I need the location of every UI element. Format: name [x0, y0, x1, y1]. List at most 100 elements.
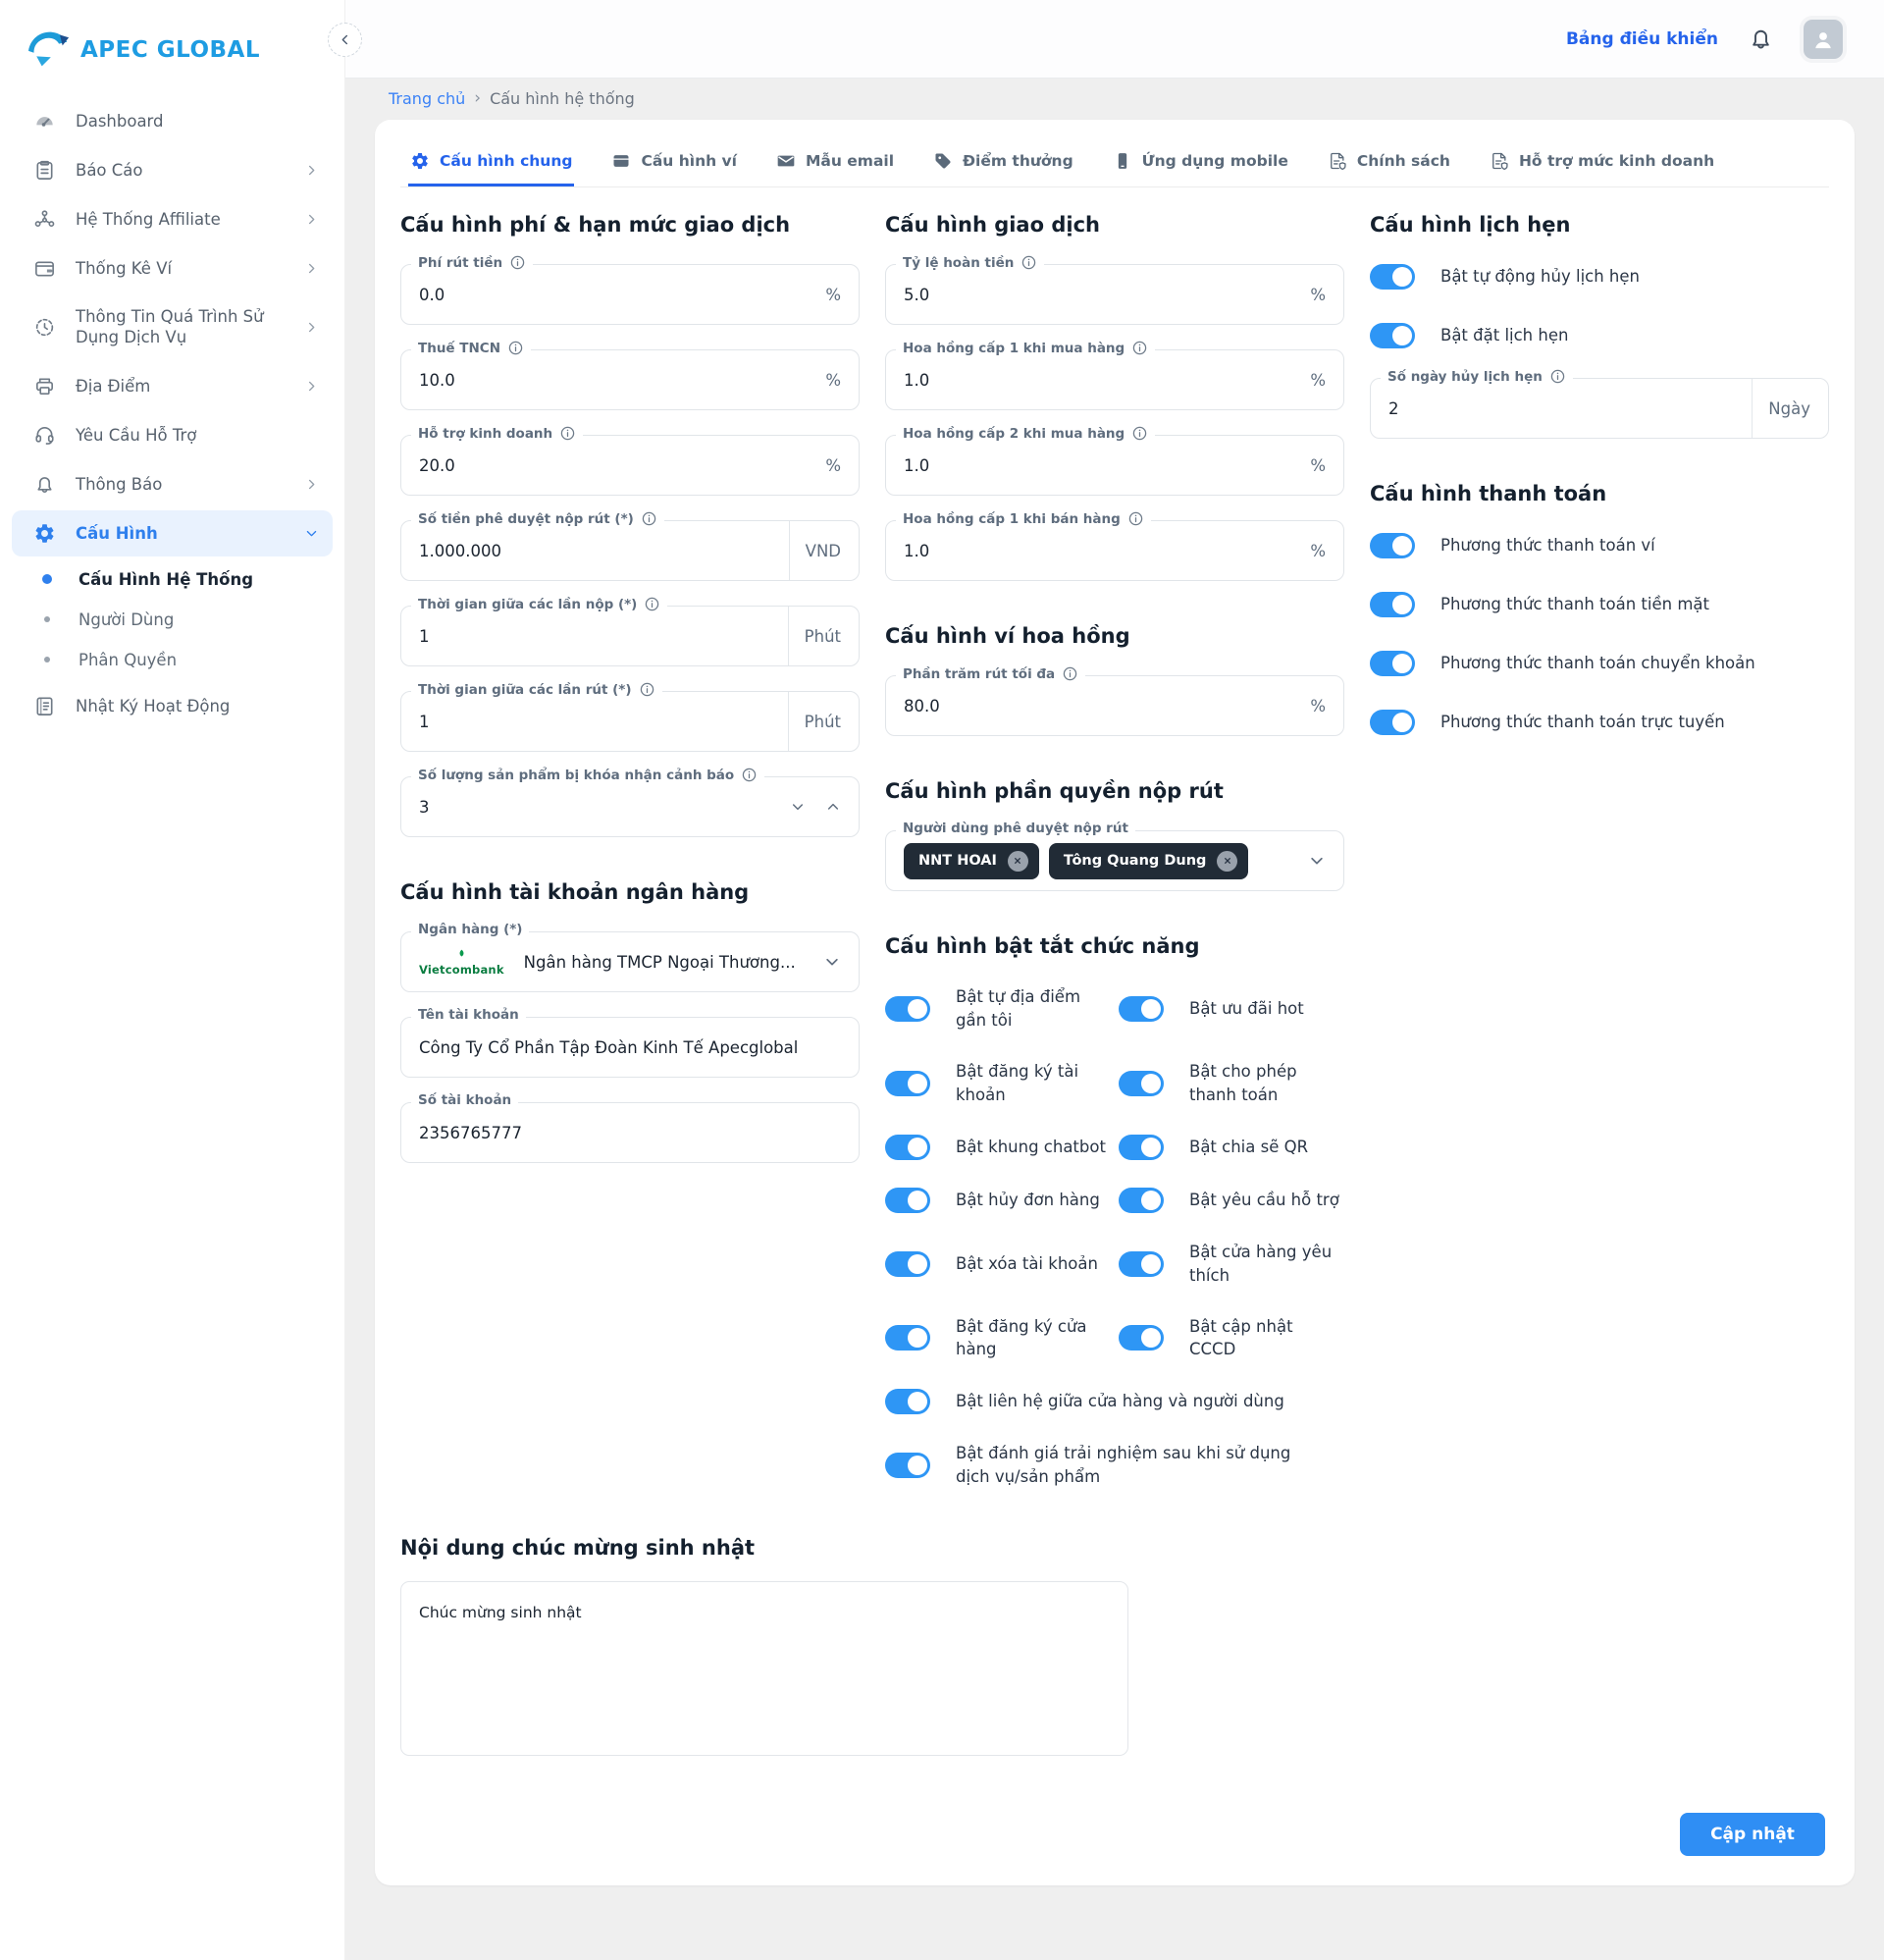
field-input[interactable] [419, 1124, 841, 1142]
field-input[interactable] [419, 798, 790, 817]
toggle-switch-on[interactable] [1370, 533, 1415, 558]
toggle-switch-on[interactable] [1370, 710, 1415, 735]
toggle-switch-on[interactable] [1119, 1135, 1164, 1160]
toggle-switch-on[interactable] [885, 1188, 930, 1213]
field-input[interactable] [419, 1038, 841, 1057]
toggle-knob [1392, 595, 1412, 614]
field-input[interactable] [419, 371, 810, 390]
sidebar-item[interactable]: Cấu Hình [12, 510, 333, 556]
settings-tab[interactable]: Hỗ trợ mức kinh doanh [1488, 141, 1716, 186]
breadcrumb-home-link[interactable]: Trang chủ [389, 89, 465, 108]
breadcrumb-current: Cấu hình hệ thống [490, 89, 635, 108]
field-unit: % [810, 456, 841, 475]
field-label: Số ngày hủy lịch hẹn [1381, 368, 1573, 385]
field-input[interactable] [1388, 399, 1752, 418]
toggle-switch-on[interactable] [1370, 323, 1415, 348]
sidebar-item-icon [33, 159, 56, 182]
toggle-switch-on[interactable] [1119, 1188, 1164, 1213]
approver-multiselect[interactable]: Người dùng phê duyệt nộp rút NNT HOAI [885, 830, 1344, 891]
birthday-message-textarea[interactable]: Chúc mừng sinh nhật [400, 1581, 1128, 1756]
config-field: Hoa hồng cấp 2 khi mua hàng % [885, 435, 1344, 496]
field-input[interactable] [419, 713, 788, 731]
field-input[interactable] [419, 627, 788, 646]
sidebar-item[interactable]: Thống Kê Ví [12, 245, 333, 291]
settings-tab[interactable]: Cấu hình ví [609, 141, 739, 186]
sidebar-subitem[interactable]: Phân Quyền [0, 640, 344, 680]
remove-chip-button[interactable] [1217, 851, 1237, 872]
field-input[interactable] [419, 456, 810, 475]
toggle-switch-on[interactable] [885, 1389, 930, 1414]
tab-label: Mẫu email [806, 152, 894, 170]
toggle-switch-on[interactable] [1119, 996, 1164, 1022]
toggle-switch-on[interactable] [885, 1453, 930, 1478]
toggle-switch-on[interactable] [1370, 651, 1415, 676]
bullet-dot-icon [44, 657, 50, 662]
toggle-label: Bật cửa hàng yêu thích [1189, 1241, 1344, 1288]
chevron-right-icon [304, 320, 319, 335]
info-icon [1549, 368, 1566, 385]
config-field: Hoa hồng cấp 1 khi bán hàng % [885, 520, 1344, 581]
chevron-down-icon [823, 953, 841, 971]
sidebar-item[interactable]: Thông Báo [12, 461, 333, 507]
sidebar-item[interactable]: Dashboard [12, 98, 333, 144]
toggle-row: Bật chia sẽ QR [1119, 1135, 1344, 1160]
settings-tab[interactable]: Chính sách [1326, 141, 1452, 186]
toggle-switch-on[interactable] [885, 996, 930, 1022]
info-icon [639, 681, 655, 698]
field-input[interactable] [419, 542, 789, 560]
toggle-label: Bật đăng ký tài khoản [956, 1060, 1111, 1107]
toggle-switch-on[interactable] [885, 1325, 930, 1351]
toggle-switch-on[interactable] [885, 1071, 930, 1096]
toggle-row: Bật ưu đãi hot [1119, 985, 1344, 1033]
toggle-row: Bật đánh giá trải nghiệm sau khi sử dụng… [885, 1442, 1344, 1489]
toggle-knob [908, 1254, 927, 1274]
chevron-down-icon [1308, 852, 1326, 870]
field-unit: % [810, 286, 841, 304]
toggle-knob [908, 1392, 927, 1411]
field-input[interactable] [904, 456, 1294, 475]
sidebar-subitem[interactable]: Cấu Hình Hệ Thống [0, 559, 344, 600]
toggle-row: Bật cửa hàng yêu thích [1119, 1241, 1344, 1288]
toggle-knob [1141, 1191, 1161, 1210]
sidebar: APEC GLOBAL Dashboard Báo Cáo Hệ Thống A… [0, 0, 345, 1960]
toggle-label: Bật liên hệ giữa cửa hàng và người dùng [956, 1390, 1284, 1413]
dashboard-link[interactable]: Bảng điều khiển [1566, 29, 1718, 49]
sidebar-subitem[interactable]: Người Dùng [0, 600, 344, 640]
field-input[interactable] [904, 697, 1294, 715]
toggle-switch-on[interactable] [885, 1251, 930, 1277]
sidebar-item[interactable]: Báo Cáo [12, 147, 333, 193]
toggle-switch-on[interactable] [1370, 264, 1415, 290]
sidebar-item-label: Thống Kê Ví [76, 258, 172, 279]
settings-tab[interactable]: Mẫu email [774, 141, 896, 186]
settings-tab[interactable]: Ứng dụng mobile [1111, 141, 1290, 186]
field-unit: Phút [789, 627, 841, 646]
bank-select[interactable]: Ngân hàng (*) Vietcombank Ngân hàng TMCP… [400, 931, 860, 992]
settings-tab[interactable]: Cấu hình chung [408, 141, 574, 186]
sidebar-collapse-button[interactable] [328, 23, 362, 57]
notifications-bell-icon[interactable] [1748, 26, 1774, 52]
field-input[interactable] [904, 542, 1294, 560]
sidebar-item[interactable]: Địa Điểm [12, 363, 333, 409]
settings-tabs: Cấu hình chung Cấu hình ví Mẫu email Điể… [400, 137, 1829, 187]
sidebar-item[interactable]: Thông Tin Quá Trình Sử Dụng Dịch Vụ [12, 294, 333, 360]
stepper-up-icon[interactable] [825, 799, 841, 815]
field-input[interactable] [904, 286, 1294, 304]
update-button[interactable]: Cập nhật [1680, 1813, 1825, 1856]
toggle-switch-on[interactable] [1370, 592, 1415, 617]
field-input[interactable] [904, 371, 1294, 390]
sidebar-item[interactable]: Hệ Thống Affiliate [12, 196, 333, 242]
settings-tab[interactable]: Điểm thưởng [931, 141, 1075, 186]
toggle-switch-on[interactable] [1119, 1251, 1164, 1277]
chevron-left-icon [338, 32, 352, 47]
user-avatar[interactable] [1804, 20, 1843, 59]
toggle-switch-on[interactable] [885, 1135, 930, 1160]
remove-chip-button[interactable] [1008, 851, 1028, 872]
field-input[interactable] [419, 286, 810, 304]
toggle-knob [908, 999, 927, 1019]
toggle-switch-on[interactable] [1119, 1071, 1164, 1096]
toggle-switch-on[interactable] [1119, 1325, 1164, 1351]
sidebar-subitem-label: Phân Quyền [78, 651, 177, 669]
sidebar-item-activity-log[interactable]: Nhật Ký Hoạt Động [12, 683, 333, 729]
sidebar-item[interactable]: Yêu Cầu Hỗ Trợ [12, 412, 333, 458]
stepper-down-icon[interactable] [790, 799, 806, 815]
